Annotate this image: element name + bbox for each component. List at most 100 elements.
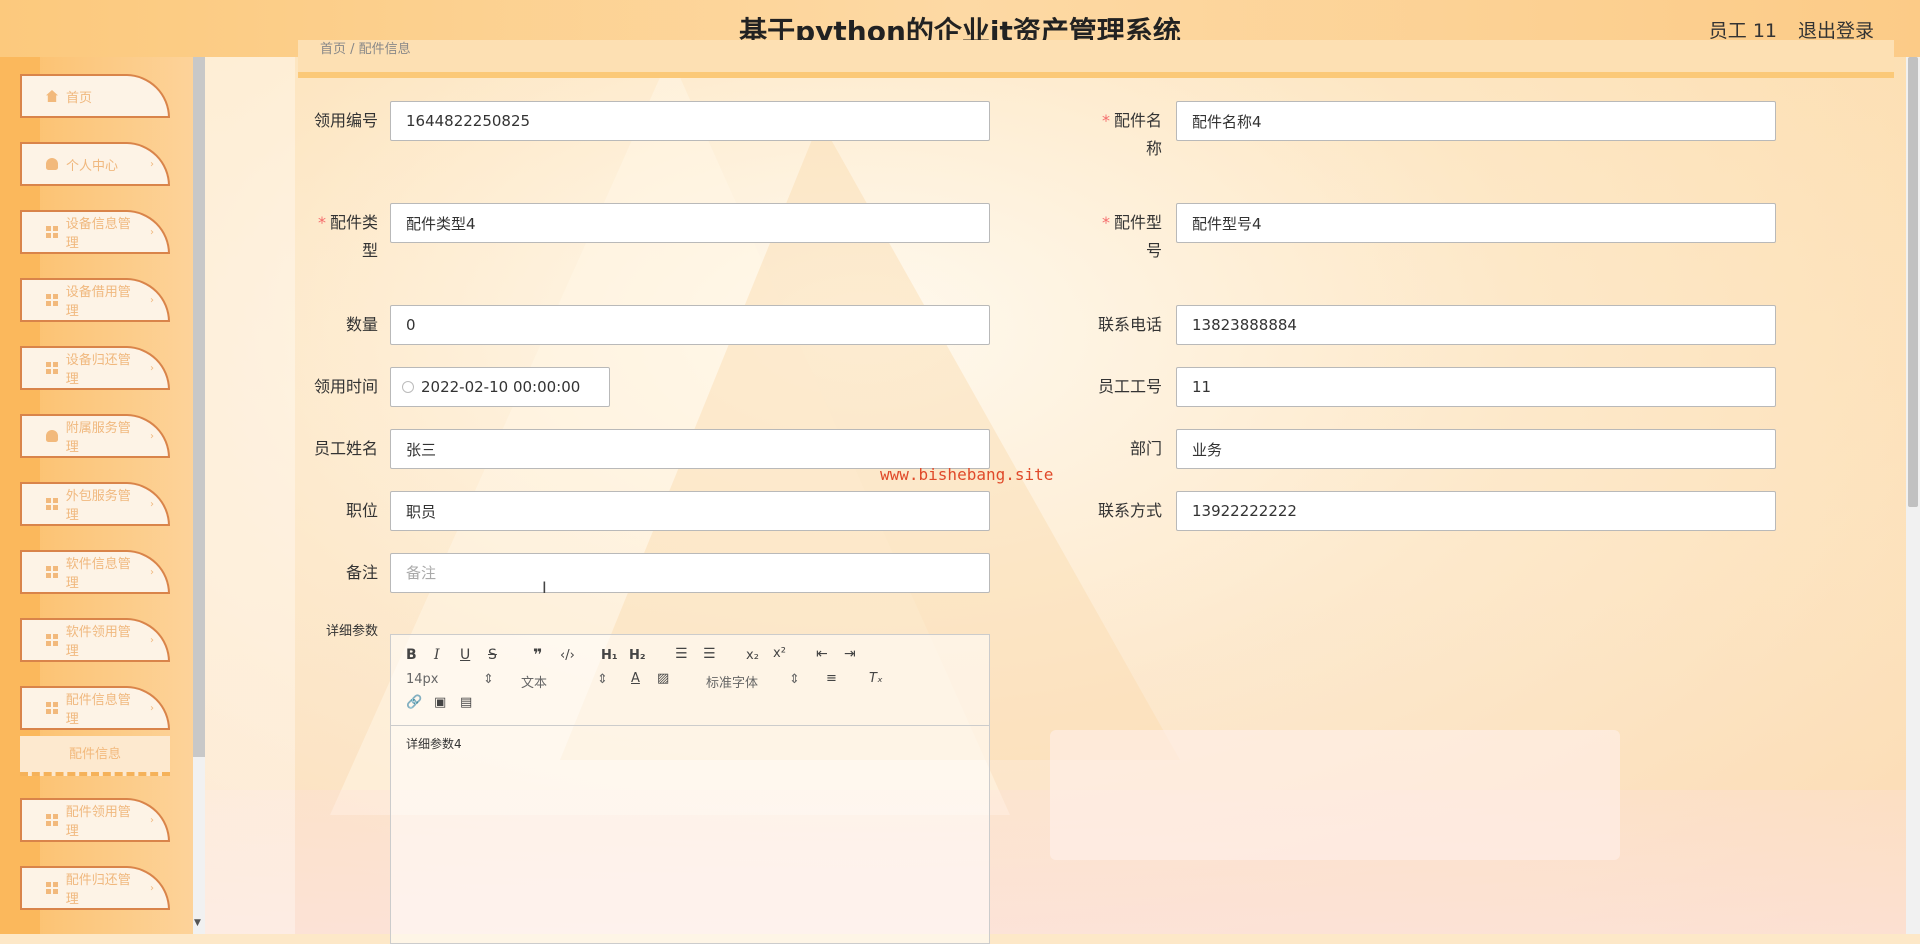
italic-icon[interactable]: I	[434, 647, 440, 663]
content-gutter	[205, 57, 295, 934]
chevron-icon: ›	[150, 882, 154, 894]
sidebar-item-label: 首页	[66, 90, 93, 106]
sidebar-item-label: 附属服务管理	[65, 421, 131, 455]
chevron-updown-icon: ⇕	[483, 672, 494, 687]
watermark: www.bishebang.site	[880, 465, 1054, 484]
sidebar-item[interactable]: 设备信息管理 ›	[20, 210, 170, 254]
sidebar-item[interactable]: 配件信息管理 ›	[20, 686, 170, 730]
position-input[interactable]	[390, 491, 990, 531]
sidebar-item-label: 配件信息管理	[65, 693, 131, 727]
h1-icon[interactable]: H₁	[601, 648, 618, 663]
clear-format-icon[interactable]: Tₓ	[869, 671, 883, 686]
part-model-input[interactable]	[1176, 203, 1776, 243]
chevron-icon: ›	[150, 702, 154, 714]
bullet-list-icon[interactable]: ☰	[703, 646, 716, 662]
quote-icon[interactable]: ❞	[533, 645, 542, 664]
image-icon[interactable]: ▣	[434, 695, 446, 710]
sidebar-item[interactable]: 配件领用管理 ›	[20, 798, 170, 842]
link-icon[interactable]: 🔗	[406, 695, 422, 710]
chevron-updown-icon: ⇕	[789, 672, 800, 687]
grid-icon	[46, 226, 58, 238]
indent-icon[interactable]: ⇥	[844, 646, 856, 662]
h2-icon[interactable]: H₂	[629, 648, 646, 663]
bg-color-icon[interactable]: ▨	[657, 671, 669, 686]
chevron-icon: ›	[150, 362, 154, 374]
emp-no-input[interactable]	[1176, 367, 1776, 407]
emp-no-label: 员工工号	[1097, 377, 1162, 396]
breadcrumb: 首页 / 配件信息	[298, 40, 1894, 78]
outdent-icon[interactable]: ⇤	[816, 646, 828, 662]
receive-time-label: 领用时间	[313, 377, 378, 396]
sidebar-item[interactable]: 软件信息管理 ›	[20, 550, 170, 594]
sidebar-item[interactable]: 附属服务管理 ›	[20, 414, 170, 458]
grid-icon	[46, 566, 58, 578]
logout-link[interactable]: 退出登录	[1798, 16, 1874, 43]
chevron-icon: ›	[150, 226, 154, 238]
chevron-icon: ›	[150, 566, 154, 578]
code-icon[interactable]: ‹/›	[560, 648, 575, 663]
sidebar-item-label: 设备归还管理	[65, 353, 131, 387]
editor-toolbar: B I U S ❞ ‹/› H₁ H₂ ☰ ☰ x₂ x² ⇤ ⇥ 14px ⇕…	[391, 635, 989, 726]
sidebar-item[interactable]: 设备借用管理 ›	[20, 278, 170, 322]
grid-icon	[46, 294, 58, 306]
sidebar-item[interactable]: 外包服务管理 ›	[20, 482, 170, 526]
receive-time-picker[interactable]	[390, 367, 610, 407]
font-color-icon[interactable]: A	[631, 671, 640, 686]
chevron-icon: ›	[150, 158, 154, 170]
sidebar-item-label: 个人中心	[66, 158, 119, 174]
video-icon[interactable]: ▤	[460, 695, 472, 710]
grid-icon	[46, 634, 58, 646]
font-size-select[interactable]: 14px	[406, 672, 439, 687]
font-family-select[interactable]: 标准字体	[706, 672, 758, 691]
sidebar-item-label: 软件信息管理	[65, 557, 131, 591]
dept-label: 部门	[1129, 439, 1162, 458]
chevron-icon: ›	[150, 498, 154, 510]
page-scrollbar-thumb[interactable]	[1908, 57, 1918, 507]
quantity-label: 数量	[345, 315, 378, 334]
grid-icon	[46, 498, 58, 510]
clock-icon	[402, 381, 414, 393]
chevron-icon: ›	[150, 430, 154, 442]
editor-content[interactable]: 详细参数4	[406, 735, 462, 752]
sidebar-item[interactable]: 首页	[20, 74, 170, 118]
text-cursor-icon: I	[542, 578, 547, 597]
bg-box	[1050, 730, 1620, 860]
superscript-icon[interactable]: x²	[773, 646, 786, 661]
grid-icon	[46, 362, 58, 374]
grid-icon	[46, 882, 58, 894]
sidebar-item-label: 设备信息管理	[65, 217, 131, 251]
sidebar-subitem-active[interactable]: 配件信息	[20, 736, 170, 776]
sidebar-item[interactable]: 个人中心 ›	[20, 142, 170, 186]
part-name-input[interactable]	[1176, 101, 1776, 141]
strike-icon[interactable]: S	[488, 647, 497, 663]
sidebar-item-label: 外包服务管理	[65, 489, 131, 523]
sidebar-item[interactable]: 设备归还管理 ›	[20, 346, 170, 390]
underline-icon[interactable]: U	[460, 647, 470, 663]
sidebar-item-label: 配件领用管理	[65, 805, 131, 839]
grid-icon	[46, 814, 58, 826]
sidebar-item[interactable]: 软件领用管理 ›	[20, 618, 170, 662]
phone-label: 联系电话	[1097, 315, 1162, 334]
subscript-icon[interactable]: x₂	[746, 648, 759, 663]
grid-icon	[46, 702, 58, 714]
user-icon	[46, 430, 58, 442]
sidebar-scrollbar-thumb[interactable]	[193, 57, 205, 757]
paragraph-select[interactable]: 文本	[521, 672, 547, 691]
phone-input[interactable]	[1176, 305, 1776, 345]
contact-input[interactable]	[1176, 491, 1776, 531]
rich-text-editor: B I U S ❞ ‹/› H₁ H₂ ☰ ☰ x₂ x² ⇤ ⇥ 14px ⇕…	[390, 634, 990, 944]
receive-no-input[interactable]	[390, 101, 990, 141]
position-label: 职位	[345, 501, 378, 520]
scroll-down-arrow-icon[interactable]: ▼	[194, 918, 201, 928]
dept-input[interactable]	[1176, 429, 1776, 469]
emp-name-input[interactable]	[390, 429, 990, 469]
remark-input[interactable]	[390, 553, 990, 593]
sidebar-item-label: 配件归还管理	[65, 873, 131, 907]
part-type-input[interactable]	[390, 203, 990, 243]
bold-icon[interactable]: B	[406, 647, 417, 663]
sidebar-item[interactable]: 配件归还管理 ›	[20, 866, 170, 910]
align-icon[interactable]: ≡	[826, 671, 837, 686]
ordered-list-icon[interactable]: ☰	[675, 646, 688, 662]
quantity-input[interactable]	[390, 305, 990, 345]
current-user: 员工 11	[1708, 20, 1777, 42]
